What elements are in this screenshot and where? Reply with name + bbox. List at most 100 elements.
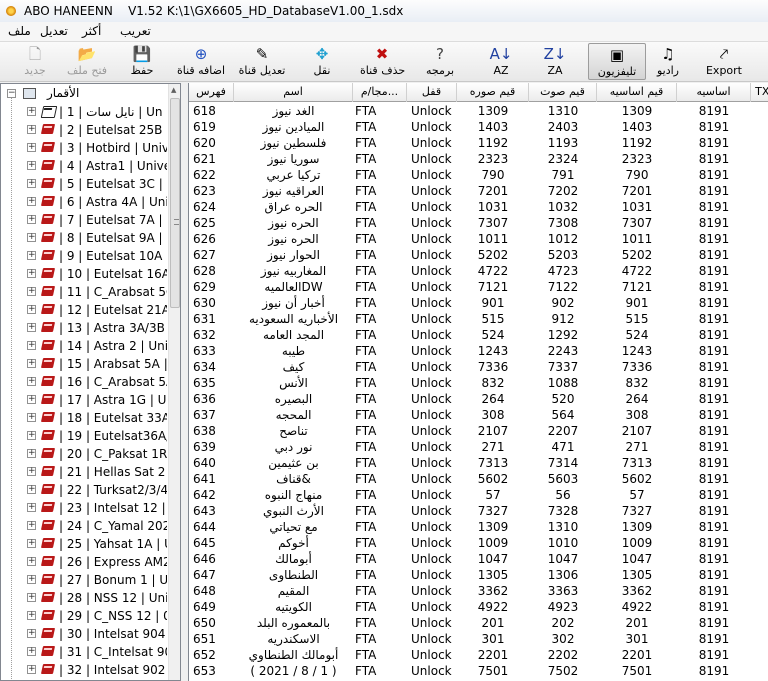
- tree-item[interactable]: + | 6 | Astra 4A | Unive: [1, 193, 167, 211]
- table-row[interactable]: 640 بن عثيمين FTA Unlock 7313 7314 7313 8191: [189, 455, 768, 471]
- toolbar-button-6[interactable]: ✖ حذف قناة: [360, 43, 405, 80]
- column-header[interactable]: قيم صوت: [529, 83, 597, 102]
- expand-icon[interactable]: +: [27, 467, 36, 476]
- table-row[interactable]: 647 الطنطاوى FTA Unlock 1305 1306 1305 8191: [189, 567, 768, 583]
- expand-icon[interactable]: +: [27, 197, 36, 206]
- tree-item[interactable]: + | 18 | Eutelsat 33A |: [1, 409, 167, 427]
- table-row[interactable]: 644 مع تحياتي FTA Unlock 1309 1310 1309 8191: [189, 519, 768, 535]
- table-row[interactable]: 624 الحره عراق FTA Unlock 1031 1032 1031 8191: [189, 199, 768, 215]
- table-row[interactable]: 621 سوريا نيوز FTA Unlock 2323 2324 2323 8191: [189, 151, 768, 167]
- tree-item[interactable]: + | 7 | Eutelsat 7A | Un: [1, 211, 167, 229]
- toolbar-button-0[interactable]: 🗋 جديد: [18, 43, 52, 80]
- column-header[interactable]: قيم اساسيه: [597, 83, 677, 102]
- expand-icon[interactable]: +: [27, 323, 36, 332]
- expand-icon[interactable]: +: [27, 431, 36, 440]
- table-row[interactable]: 630 أخبار أن نيوز FTA Unlock 901 902 901 8191: [189, 295, 768, 311]
- table-row[interactable]: 636 البصيره FTA Unlock 264 520 264 8191: [189, 391, 768, 407]
- tree-item[interactable]: + | 16 | C_Arabsat 5A: [1, 373, 167, 391]
- tree-item[interactable]: + | 26 | Express AM22: [1, 553, 167, 571]
- toolbar-button-7[interactable]: ? برمجه: [420, 43, 460, 80]
- column-header[interactable]: قفل: [407, 83, 457, 102]
- table-row[interactable]: 650 بالمعموره البلد FTA Unlock 201 202 201 8191: [189, 615, 768, 631]
- tree-item[interactable]: + | 5 | Eutelsat 3C | Un: [1, 175, 167, 193]
- toolbar-button-8[interactable]: A↓ AZ: [478, 43, 524, 80]
- tree-item[interactable]: + | 13 | Astra 3A/3B | U: [1, 319, 167, 337]
- table-row[interactable]: 626 الحره نيوز FTA Unlock 1011 1012 1011 8191: [189, 231, 768, 247]
- expand-icon[interactable]: +: [27, 665, 36, 674]
- column-header[interactable]: اساسيه: [677, 83, 751, 102]
- table-row[interactable]: 652 أبومالك الطنطاوي FTA Unlock 2201 2202 2201…: [189, 647, 768, 663]
- table-row[interactable]: 638 تناصح FTA Unlock 2107 2207 2107 8191: [189, 423, 768, 439]
- expand-icon[interactable]: +: [27, 359, 36, 368]
- menu-file[interactable]: ملف: [8, 24, 31, 38]
- table-row[interactable]: 653 ( 1 / 8 / 2021 ) FTA Unlock 7501 7502 7501…: [189, 663, 768, 679]
- toolbar-button-1[interactable]: 📂 فتح ملف: [62, 43, 112, 80]
- expand-icon[interactable]: +: [27, 125, 36, 134]
- expand-icon[interactable]: +: [27, 107, 36, 116]
- table-row[interactable]: 622 تركيا عربي FTA Unlock 790 791 790 8191: [189, 167, 768, 183]
- column-header[interactable]: فهرس: [189, 83, 234, 102]
- table-row[interactable]: 632 المجد العامه FTA Unlock 524 1292 524 8191: [189, 327, 768, 343]
- expand-icon[interactable]: +: [27, 251, 36, 260]
- tree-item[interactable]: + | 10 | Eutelsat 16A |: [1, 265, 167, 283]
- toolbar-button-3[interactable]: ⊕ اضافه قناة: [172, 43, 230, 80]
- toolbar-button-10[interactable]: ▣ تليفزيون: [588, 43, 646, 80]
- tree-item[interactable]: + | 23 | Intelsat 12 | Ur: [1, 499, 167, 517]
- tree-item[interactable]: + | 2 | Eutelsat 25B | Un: [1, 121, 167, 139]
- table-row[interactable]: 648 المقيم FTA Unlock 3362 3363 3362 8191: [189, 583, 768, 599]
- table-row[interactable]: 649 الكويتيه FTA Unlock 4922 4923 4922 8191: [189, 599, 768, 615]
- expand-icon[interactable]: +: [27, 593, 36, 602]
- expand-icon[interactable]: +: [27, 575, 36, 584]
- table-row[interactable]: 641 &قناف FTA Unlock 5602 5603 5602 8191: [189, 471, 768, 487]
- table-row[interactable]: 635 الأنس FTA Unlock 832 1088 832 8191: [189, 375, 768, 391]
- table-row[interactable]: 646 أبومالك FTA Unlock 1047 1047 1047 8191: [189, 551, 768, 567]
- table-row[interactable]: 628 المغاربيه نيوز FTA Unlock 4722 4723 4722 81…: [189, 263, 768, 279]
- tree-item[interactable]: + | 17 | Astra 1G | Univ: [1, 391, 167, 409]
- expand-icon[interactable]: +: [27, 521, 36, 530]
- table-row[interactable]: 642 منهاج النبوه FTA Unlock 57 56 57 8191: [189, 487, 768, 503]
- expand-icon[interactable]: +: [27, 269, 36, 278]
- expand-icon[interactable]: +: [27, 305, 36, 314]
- column-header[interactable]: مجا/م...: [353, 83, 407, 102]
- expand-icon[interactable]: +: [27, 503, 36, 512]
- toolbar-button-11[interactable]: ♫ راديو: [648, 43, 688, 80]
- tree-item[interactable]: + | 29 | C_NSS 12 | 051: [1, 607, 167, 625]
- expand-icon[interactable]: +: [27, 377, 36, 386]
- scroll-up-icon[interactable]: ▲: [171, 86, 176, 94]
- toolbar-button-4[interactable]: ✎ تعديل قناة: [232, 43, 292, 80]
- tree-item[interactable]: + | 15 | Arabsat 5A | Un: [1, 355, 167, 373]
- tree-item[interactable]: + | 25 | Yahsat 1A | Un: [1, 535, 167, 553]
- tree-item[interactable]: + | 11 | C_Arabsat 5C: [1, 283, 167, 301]
- table-row[interactable]: 645 أخوكم FTA Unlock 1009 1010 1009 8191: [189, 535, 768, 551]
- tree-item[interactable]: + | 30 | Intelsat 904 | Ur: [1, 625, 167, 643]
- table-row[interactable]: 633 طيبه FTA Unlock 1243 2243 1243 8191: [189, 343, 768, 359]
- tree-item[interactable]: + | 14 | Astra 2 | Univer: [1, 337, 167, 355]
- table-row[interactable]: 629 DWالعالميه FTA Unlock 7121 7122 7121 8191: [189, 279, 768, 295]
- tree-item[interactable]: + | 27 | Bonum 1 | Univ: [1, 571, 167, 589]
- tree-item[interactable]: + | 12 | Eutelsat 21A |: [1, 301, 167, 319]
- column-header[interactable]: اسم: [234, 83, 353, 102]
- expand-icon[interactable]: +: [27, 287, 36, 296]
- table-row[interactable]: 639 نور دبي FTA Unlock 271 471 271 8191: [189, 439, 768, 455]
- tree-item[interactable]: + | 9 | Eutelsat 10A | Un: [1, 247, 167, 265]
- table-row[interactable]: 634 كيف FTA Unlock 7336 7337 7336 8191: [189, 359, 768, 375]
- menu-arabize[interactable]: تعريب: [120, 24, 151, 38]
- scroll-thumb[interactable]: [170, 98, 180, 308]
- expand-icon[interactable]: +: [27, 611, 36, 620]
- tree-item[interactable]: + | 8 | Eutelsat 9A | Un: [1, 229, 167, 247]
- table-row[interactable]: 631 الأخباريه السعوديه FTA Unlock 515 912 515 8…: [189, 311, 768, 327]
- table-row[interactable]: 619 الميادين نيوز FTA Unlock 1403 2403 1403 819…: [189, 119, 768, 135]
- expand-icon[interactable]: +: [27, 395, 36, 404]
- tree-scrollbar[interactable]: ▲: [168, 84, 180, 680]
- table-row[interactable]: 618 الغد نيوز FTA Unlock 1309 1310 1309 8191: [189, 103, 768, 119]
- expand-icon[interactable]: +: [27, 539, 36, 548]
- column-header[interactable]: قيم صوره: [457, 83, 529, 102]
- toolbar-button-2[interactable]: 💾 حفظ: [122, 43, 162, 80]
- expand-icon[interactable]: +: [27, 143, 36, 152]
- menu-edit[interactable]: تعديل: [40, 24, 68, 38]
- expand-icon[interactable]: +: [27, 233, 36, 242]
- table-row[interactable]: 651 الاسكندريه FTA Unlock 301 302 301 8191: [189, 631, 768, 647]
- collapse-icon[interactable]: −: [7, 89, 16, 98]
- table-row[interactable]: 627 الحوار نيوز FTA Unlock 5202 5203 5202 8191: [189, 247, 768, 263]
- expand-icon[interactable]: +: [27, 413, 36, 422]
